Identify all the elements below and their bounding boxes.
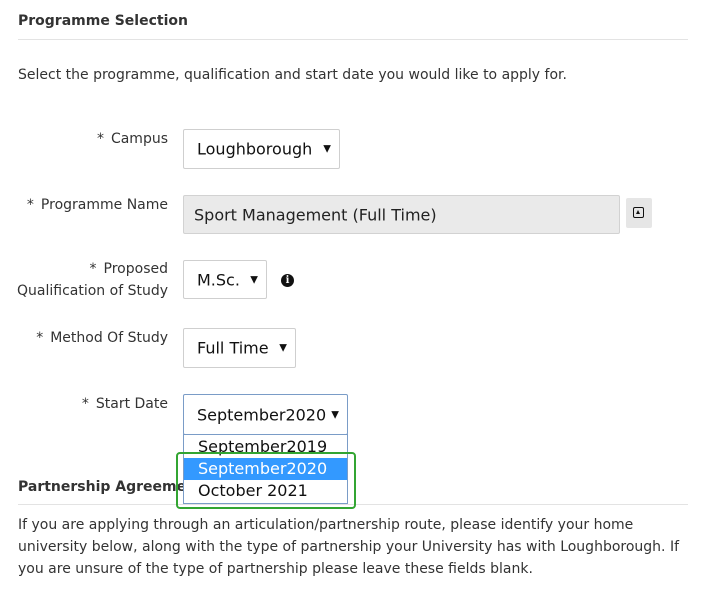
required-mark: * (81, 396, 89, 412)
section-title: Programme Selection (18, 13, 188, 29)
method-select[interactable]: Full Time ▼ (183, 328, 296, 368)
programme-name-value: Sport Management (Full Time) (194, 205, 437, 224)
required-mark: * (36, 330, 44, 346)
start-date-label: * Start Date (81, 396, 168, 412)
triangle-down-icon: ▼ (250, 274, 258, 285)
programme-name-field: Sport Management (Full Time) (183, 195, 620, 234)
start-date-select[interactable]: September2020 ▼ (183, 394, 348, 435)
required-mark: * (96, 131, 104, 147)
programme-name-label: * Programme Name (26, 197, 168, 213)
triangle-down-icon: ▼ (323, 143, 331, 155)
triangle-down-icon: ▼ (331, 409, 339, 420)
campus-label: * Campus (96, 131, 168, 147)
qualification-select-value: M.Sc. (197, 270, 240, 289)
section-intro: Select the programme, qualification and … (18, 67, 567, 83)
partnership-description: If you are applying through an articulat… (18, 517, 680, 577)
triangle-down-icon: ▼ (279, 342, 287, 354)
lookup-icon (633, 207, 644, 218)
qualification-select[interactable]: M.Sc. ▼ (183, 260, 267, 299)
method-label: * Method Of Study (36, 330, 168, 346)
section-divider (18, 39, 688, 40)
qualification-label: * Proposed Qualification of Study (17, 261, 168, 299)
campus-select-value: Loughborough (197, 139, 313, 159)
campus-select[interactable]: Loughborough ▼ (183, 129, 340, 169)
required-mark: * (89, 261, 97, 277)
programme-lookup-button[interactable] (626, 198, 652, 228)
method-select-value: Full Time (197, 338, 269, 358)
highlight-box (176, 452, 356, 509)
start-date-select-value: September2020 (197, 405, 327, 424)
required-mark: * (26, 197, 34, 213)
info-icon[interactable]: i (281, 274, 294, 287)
